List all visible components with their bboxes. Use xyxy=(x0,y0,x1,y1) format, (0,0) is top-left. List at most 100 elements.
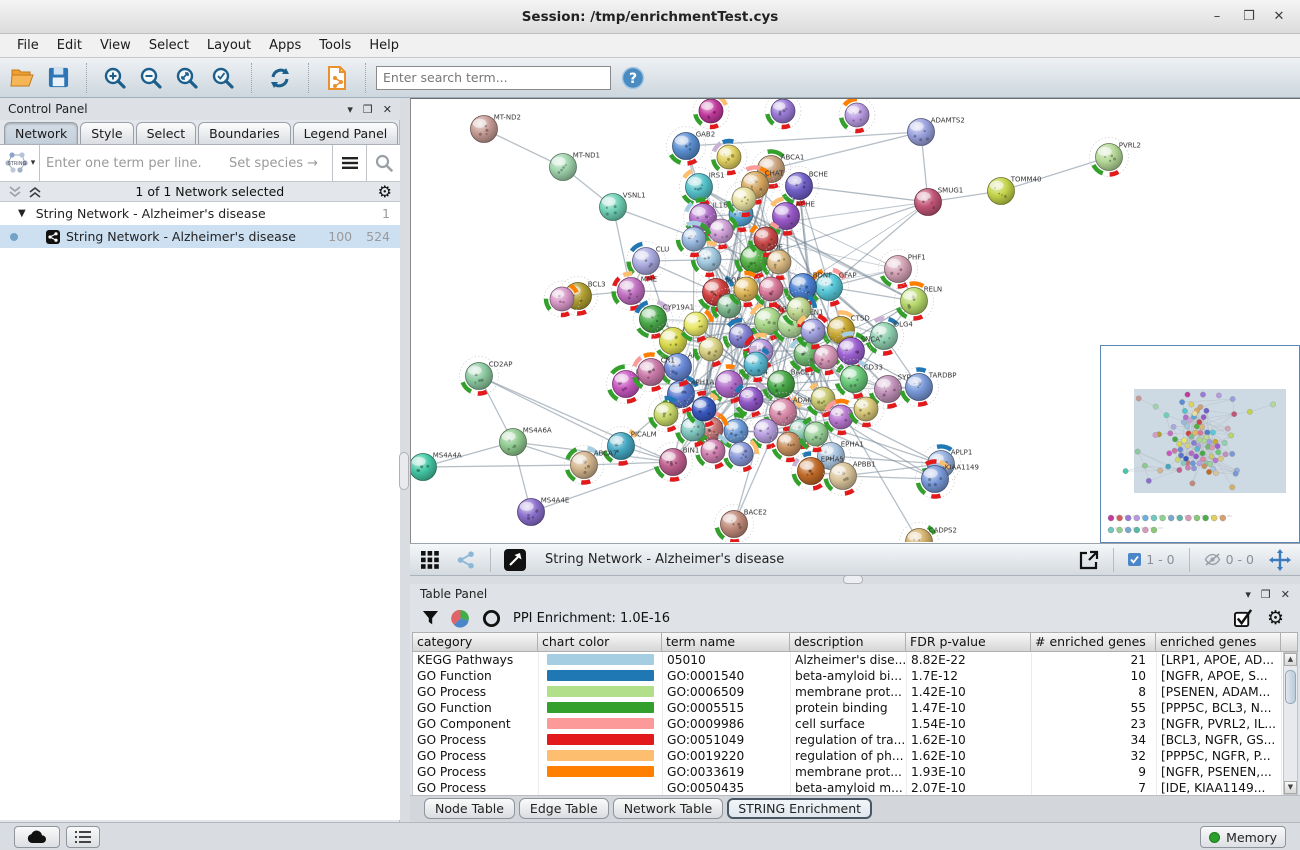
network-row-selected[interactable]: String Network - Alzheimer's disease 100… xyxy=(0,225,400,248)
collapse-all-icon[interactable] xyxy=(8,186,22,198)
birds-eye-view[interactable] xyxy=(1100,345,1300,543)
column-header-chart-color[interactable]: chart color xyxy=(538,632,662,652)
tab-style[interactable]: Style xyxy=(80,122,133,144)
column-header-enriched-genes[interactable]: enriched genes xyxy=(1156,632,1281,652)
network-node-mt-nd2[interactable]: MT-ND2 xyxy=(471,113,522,142)
tab-network[interactable]: Network xyxy=(4,122,78,144)
table-scrollbar[interactable]: ▲ ▼ xyxy=(1283,652,1298,795)
panel-close-icon[interactable]: ✕ xyxy=(383,103,392,116)
network-node[interactable] xyxy=(765,99,801,129)
menu-layout[interactable]: Layout xyxy=(198,34,260,57)
share-view-button[interactable] xyxy=(452,546,480,574)
tab-select[interactable]: Select xyxy=(136,122,197,144)
open-session-button[interactable] xyxy=(8,64,36,92)
set-species-hint[interactable]: Set species → xyxy=(229,145,332,181)
select-all-checkbox-icon[interactable] xyxy=(1234,609,1253,628)
tab-node-table[interactable]: Node Table xyxy=(424,798,515,819)
pie-chart-icon[interactable] xyxy=(451,609,470,628)
ring-chart-icon[interactable] xyxy=(482,609,501,628)
minimize-button[interactable]: – xyxy=(1206,7,1228,27)
zoom-out-button[interactable] xyxy=(137,64,165,92)
network-node-count: 100 xyxy=(328,229,352,244)
annotation-mode-button[interactable] xyxy=(501,546,529,574)
task-history-button[interactable] xyxy=(66,826,100,848)
tab-legend-panel[interactable]: Legend Panel xyxy=(293,122,399,144)
string-search-button[interactable] xyxy=(366,145,400,181)
zoom-in-button[interactable] xyxy=(101,64,129,92)
string-protein-dropdown[interactable]: STRING ▾ xyxy=(0,145,40,181)
panel-collapse-icon[interactable]: ▾ xyxy=(347,103,353,116)
column-header-FDR-p-value[interactable]: FDR p-value xyxy=(906,632,1031,652)
filter-icon[interactable] xyxy=(422,610,439,627)
settings-gear-icon[interactable]: ⚙ xyxy=(1267,607,1284,629)
column-header-category[interactable]: category xyxy=(412,632,538,652)
network-node-tomm40[interactable]: TOMM40 xyxy=(988,175,1042,204)
network-node-ms4a4a[interactable]: MS4A4A xyxy=(411,451,462,480)
network-node-cadps2[interactable]: CADPS2 xyxy=(900,523,957,543)
tab-network-table[interactable]: Network Table xyxy=(613,798,724,819)
tab-boundaries[interactable]: Boundaries xyxy=(198,122,290,144)
maximize-button[interactable]: ❒ xyxy=(1238,7,1260,27)
export-network-button[interactable] xyxy=(1075,546,1103,574)
search-input[interactable] xyxy=(376,66,611,90)
help-button[interactable]: ? xyxy=(619,64,647,92)
network-node[interactable] xyxy=(693,99,729,129)
splitter-grip[interactable] xyxy=(843,575,863,584)
save-session-button[interactable] xyxy=(44,64,72,92)
enrichment-row[interactable]: GO ProcessGO:0006509membrane prot...1.42… xyxy=(413,684,1283,700)
menu-apps[interactable]: Apps xyxy=(260,34,310,57)
gear-icon[interactable]: ⚙ xyxy=(378,182,392,201)
panel-close-icon[interactable]: ✕ xyxy=(1281,588,1290,601)
tab-string-enrichment[interactable]: STRING Enrichment xyxy=(727,798,872,819)
menu-select[interactable]: Select xyxy=(140,34,198,57)
import-network-button[interactable] xyxy=(323,64,351,92)
panel-collapse-icon[interactable]: ▾ xyxy=(1245,588,1251,601)
menu-help[interactable]: Help xyxy=(360,34,408,57)
enrichment-row[interactable]: GO ProcessGO:0050435beta-amyloid m...2.0… xyxy=(413,780,1283,795)
enrichment-row[interactable]: GO ProcessGO:0033619membrane prot...1.93… xyxy=(413,764,1283,780)
network-collection-row[interactable]: ▼ String Network - Alzheimer's disease 1 xyxy=(0,202,400,225)
cloud-tasks-button[interactable] xyxy=(14,826,60,848)
menu-edit[interactable]: Edit xyxy=(48,34,91,57)
network-node-pvrl2[interactable]: PVRL2 xyxy=(1090,138,1141,177)
tree-expand-arrow[interactable]: ▼ xyxy=(18,208,26,219)
column-header-description[interactable]: description xyxy=(790,632,906,652)
expand-all-icon[interactable] xyxy=(28,186,42,198)
scrollbar-thumb[interactable] xyxy=(1285,670,1296,704)
enrichment-row[interactable]: GO ComponentGO:0009986cell surface1.54E-… xyxy=(413,716,1283,732)
pan-mode-button[interactable] xyxy=(1266,546,1294,574)
refresh-button[interactable] xyxy=(266,64,294,92)
enrichment-row[interactable]: GO FunctionGO:0005515protein binding1.47… xyxy=(413,700,1283,716)
network-node-mme[interactable]: MME xyxy=(612,272,658,311)
menu-view[interactable]: View xyxy=(91,34,140,57)
panel-splitter-handle[interactable] xyxy=(399,452,409,490)
scroll-down-arrow[interactable]: ▼ xyxy=(1284,781,1297,794)
enrichment-row[interactable]: KEGG Pathways05010Alzheimer's dise...8.8… xyxy=(413,652,1283,668)
panel-float-icon[interactable]: ❒ xyxy=(1261,588,1271,601)
network-node-picalm[interactable]: PICALM xyxy=(602,427,657,466)
network-node-ms4a4e[interactable]: MS4A4E xyxy=(518,496,570,525)
panel-float-icon[interactable]: ❒ xyxy=(363,103,373,116)
memory-button[interactable]: Memory xyxy=(1200,826,1286,848)
tab-edge-table[interactable]: Edge Table xyxy=(519,798,609,819)
grid-view-button[interactable] xyxy=(416,546,444,574)
zoom-fit-button[interactable] xyxy=(173,64,201,92)
network-node[interactable] xyxy=(711,139,747,175)
enrichment-row[interactable]: GO ProcessGO:0051049regulation of tra...… xyxy=(413,732,1283,748)
network-node-ms4a6a[interactable]: MS4A6A xyxy=(500,426,552,455)
string-term-input[interactable] xyxy=(40,145,229,181)
network-node[interactable] xyxy=(839,99,875,133)
column-header-term-name[interactable]: term name xyxy=(662,632,790,652)
close-button[interactable]: ✕ xyxy=(1268,7,1290,27)
column-header--enriched-genes[interactable]: # enriched genes xyxy=(1031,632,1156,652)
network-node-smug1[interactable]: SMUG1 xyxy=(915,186,964,215)
zoom-selected-button[interactable] xyxy=(209,64,237,92)
enrichment-row[interactable]: GO ProcessGO:0019220regulation of ph...1… xyxy=(413,748,1283,764)
network-node-adamts2[interactable]: ADAMTS2 xyxy=(908,116,965,145)
menu-file[interactable]: File xyxy=(8,34,48,57)
string-options-button[interactable] xyxy=(332,145,366,181)
enrichment-row[interactable]: GO FunctionGO:0001540beta-amyloid bi...1… xyxy=(413,668,1283,684)
scroll-up-arrow[interactable]: ▲ xyxy=(1284,653,1297,666)
network-node[interactable] xyxy=(848,391,884,427)
menu-tools[interactable]: Tools xyxy=(310,34,360,57)
